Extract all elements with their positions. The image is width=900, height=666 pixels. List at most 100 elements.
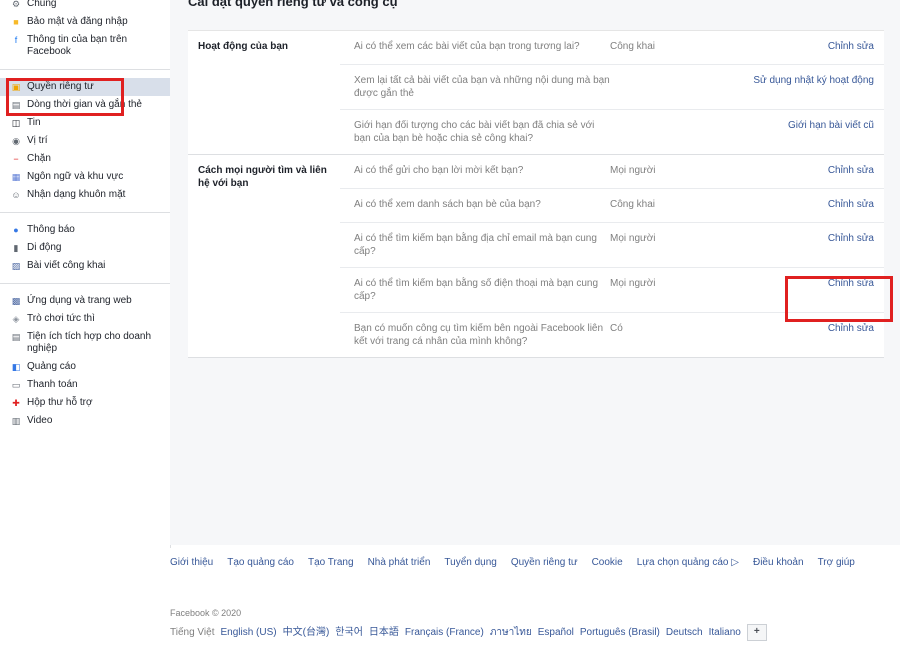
setting-value: Mọi người — [610, 165, 656, 176]
sidebar-item-label: Bảo mật và đăng nhập — [27, 16, 128, 27]
language-link[interactable]: Português (Brasil) — [580, 627, 660, 638]
setting-edit-link[interactable]: Chỉnh sửa — [730, 31, 884, 64]
book-icon: ◫ — [11, 118, 21, 128]
setting-edit-link[interactable]: Giới hạn bài viết cũ — [730, 110, 884, 154]
language-link[interactable]: English (US) — [220, 627, 276, 638]
sidebar-item[interactable]: ◈ Trò chơi tức thì — [0, 310, 170, 328]
footer-link[interactable]: Lựa chọn quảng cáo ▷ — [637, 557, 739, 568]
sidebar-item[interactable]: ✚ Hộp thư hỗ trợ — [0, 394, 170, 412]
footer-link[interactable]: Tạo quảng cáo — [227, 557, 294, 568]
support-icon: ✚ — [12, 398, 20, 408]
block-icon: − — [13, 154, 19, 164]
sidebar-item[interactable]: ● Thông báo — [0, 221, 170, 239]
sidebar-item[interactable]: ■ Bảo mật và đăng nhập — [0, 13, 170, 31]
setting-row: Ai có thể tìm kiếm bạn bằng địa chỉ emai… — [340, 223, 884, 268]
sidebar-item-label: Nhận dạng khuôn mặt — [27, 189, 126, 200]
setting-value: Công khai — [610, 41, 656, 52]
language-link[interactable]: Deutsch — [666, 627, 703, 638]
footer-link[interactable]: Giới thiệu — [170, 557, 213, 568]
sidebar-item-label: Hộp thư hỗ trợ — [27, 397, 93, 408]
setting-edit-link[interactable]: Chỉnh sửa — [730, 313, 884, 357]
section-rows: Ai có thể xem các bài viết của bạn trong… — [340, 31, 884, 154]
sidebar-divider — [0, 69, 170, 70]
language-link[interactable]: ภาษาไทย — [490, 627, 532, 638]
section-title: Hoạt động của bạn — [198, 41, 288, 52]
footer-link[interactable]: Trợ giúp — [818, 557, 855, 568]
footer-link[interactable]: Điều khoản — [753, 557, 804, 568]
sidebar-item[interactable]: ▨ Bài viết công khai — [0, 257, 170, 275]
sidebar-item[interactable]: ▤ Tiện ích tích hợp cho doanh nghiệp — [0, 328, 170, 358]
setting-question: Ai có thể tìm kiếm bạn bằng số điện thoạ… — [354, 278, 599, 302]
sidebar-item[interactable]: ▦ Ngôn ngữ và khu vực — [0, 168, 170, 186]
page-title: Cài đặt quyền riêng tư và công cụ — [188, 0, 398, 9]
setting-edit-link[interactable]: Sử dụng nhật ký hoạt động — [730, 65, 884, 109]
sidebar-item[interactable]: ▭ Thanh toán — [0, 376, 170, 394]
setting-value: Mọi người — [610, 233, 656, 244]
sidebar-item-label: Quyền riêng tư — [27, 81, 94, 92]
footer-link[interactable]: Tuyển dụng — [444, 557, 496, 568]
sidebar-item[interactable]: ▤ Dòng thời gian và gắn thẻ — [0, 96, 170, 114]
sidebar-item[interactable]: ▥ Video — [0, 412, 170, 430]
footer-link[interactable]: Quyền riêng tư — [511, 557, 578, 568]
setting-row: Ai có thể tìm kiếm bạn bằng số điện thoạ… — [340, 268, 884, 313]
sidebar-item[interactable]: ☺ Nhận dạng khuôn mặt — [0, 186, 170, 204]
settings-section: Hoạt động của bạn Ai có thể xem các bài v… — [188, 31, 884, 155]
add-language-button[interactable]: + — [746, 624, 767, 641]
sidebar-item-label: Tin — [27, 117, 41, 128]
setting-row: Ai có thể gửi cho bạn lời mời kết bạn? Mọ… — [340, 155, 884, 189]
footer-link[interactable]: Tạo Trang — [308, 557, 354, 568]
sidebar-item-label: Tiện ích tích hợp cho doanh nghiệp — [27, 331, 152, 354]
language-link[interactable]: Français (France) — [405, 627, 484, 638]
lock-icon: ▣ — [11, 82, 21, 92]
current-language: Tiếng Việt — [170, 627, 215, 639]
setting-edit-link[interactable]: Chỉnh sửa — [730, 189, 884, 222]
facebook-icon: f — [14, 35, 18, 45]
sidebar-item[interactable]: ⚙ Chung — [0, 0, 170, 13]
business-icon: ▤ — [11, 332, 21, 342]
sidebar-group: ⚙ Chung ■ Bảo mật và đăng nhập f Thông tin củ… — [0, 0, 170, 61]
footer-links: Giới thiệu Tạo quảng cáo Tạo Trang Nhà phát… — [170, 556, 900, 570]
sidebar-group: ● Thông báo ▮ Di động ▨ Bài viết công khai — [0, 221, 170, 275]
setting-row: Ai có thể xem danh sách bạn bè của bạn? C… — [340, 189, 884, 223]
setting-value — [610, 110, 730, 154]
globe-icon: ● — [13, 225, 19, 235]
footer-link[interactable]: Nhà phát triển — [368, 557, 431, 568]
setting-edit-link[interactable]: Chỉnh sửa — [730, 268, 884, 312]
sidebar-item[interactable]: ◧ Quảng cáo — [0, 358, 170, 376]
settings-section: Cách mọi người tìm và liên hệ với bạn Ai … — [188, 155, 884, 358]
language-link[interactable]: Italiano — [709, 627, 741, 638]
setting-question: Ai có thể xem các bài viết của bạn trong… — [354, 41, 580, 52]
settings-panel: Hoạt động của bạn Ai có thể xem các bài v… — [188, 30, 884, 358]
face-icon: ☺ — [11, 190, 21, 200]
ads-icon: ◧ — [11, 362, 21, 372]
language-link[interactable]: 日本語 — [369, 627, 399, 638]
sidebar-item[interactable]: ◫ Tin — [0, 114, 170, 132]
sidebar-item[interactable]: ▩ Ứng dụng và trang web — [0, 292, 170, 310]
sidebar-group: ▣ Quyền riêng tư ▤ Dòng thời gian và gắn th… — [0, 78, 170, 204]
setting-row: Ai có thể xem các bài viết của bạn trong… — [340, 31, 884, 65]
language-link[interactable]: Español — [538, 627, 574, 638]
setting-value: Có — [610, 323, 623, 334]
sidebar-item-label: Video — [27, 415, 53, 426]
setting-edit-link[interactable]: Chỉnh sửa — [730, 223, 884, 267]
apps-icon: ▩ — [11, 296, 21, 306]
footer-link[interactable]: Cookie — [592, 557, 623, 568]
setting-question: Ai có thể gửi cho bạn lời mời kết bạn? — [354, 165, 524, 176]
sidebar-item-label: Vị trí — [27, 135, 48, 146]
sidebar-item[interactable]: ▮ Di động — [0, 239, 170, 257]
section-title: Cách mọi người tìm và liên hệ với bạn — [198, 165, 327, 189]
language-link[interactable]: 한국어 — [335, 627, 363, 638]
setting-question: Giới hạn đối tượng cho các bài viết bạn … — [354, 120, 595, 144]
sidebar-item-label: Chặn — [27, 153, 51, 164]
shield-icon: ■ — [13, 17, 19, 27]
sidebar-item[interactable]: ▣ Quyền riêng tư — [0, 78, 170, 96]
sidebar-item[interactable]: − Chặn — [0, 150, 170, 168]
setting-question: Bạn có muốn công cụ tìm kiếm bên ngoài F… — [354, 323, 604, 347]
copyright: Facebook © 2020 — [170, 608, 242, 618]
language-link[interactable]: 中文(台灣) — [283, 627, 330, 638]
setting-edit-link[interactable]: Chỉnh sửa — [730, 155, 884, 188]
sidebar-item[interactable]: f Thông tin của bạn trên Facebook — [0, 31, 170, 61]
location-icon: ◉ — [12, 136, 20, 146]
sidebar-item[interactable]: ◉ Vị trí — [0, 132, 170, 150]
sidebar-divider — [0, 283, 170, 284]
